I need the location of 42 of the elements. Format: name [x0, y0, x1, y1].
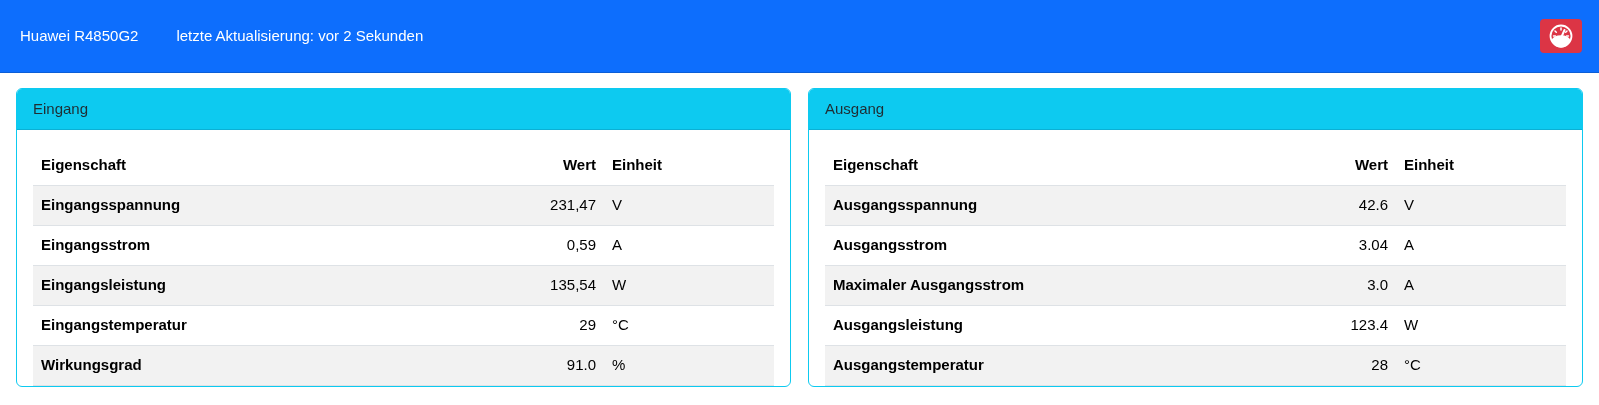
card-title: Eingang: [33, 98, 89, 119]
column-header: Wert: [561, 155, 597, 176]
value-cell-text: 29: [578, 315, 597, 336]
column-header: Einheit: [611, 155, 663, 176]
column-header: Wert: [1353, 155, 1389, 176]
value-cell-text: 0,59: [565, 235, 597, 256]
value-cell-text: 91.0: [565, 355, 597, 376]
property-cell-text: Eingangstemperatur: [40, 315, 188, 336]
unit-cell-text: A: [611, 235, 623, 256]
unit-cell-text: A: [1403, 275, 1415, 296]
property-cell-text: Eingangsleistung: [40, 275, 167, 296]
value-cell-text: 123.4: [1349, 315, 1389, 336]
unit-cell-text: W: [1403, 315, 1420, 336]
property-cell-text: Ausgangstemperatur: [832, 355, 985, 376]
card-title: Ausgang: [825, 98, 885, 119]
value-cell-text: 28: [1370, 355, 1389, 376]
gauge-icon: [1549, 24, 1573, 48]
value-cell-text: 3.0: [1366, 275, 1389, 296]
unit-cell-text: A: [1403, 235, 1415, 256]
property-cell-text: Wirkungsgrad: [40, 355, 143, 376]
value-cell-text: 42.6: [1357, 195, 1389, 216]
value-cell-text: 3.04: [1357, 235, 1389, 256]
value-cell-text: 231,47: [549, 195, 597, 216]
property-cell-text: Ausgangsspannung: [832, 195, 979, 216]
unit-cell-text: °C: [1403, 355, 1422, 376]
unit-cell-text: V: [1403, 195, 1415, 216]
property-cell-text: Maximaler Ausgangsstrom: [832, 275, 1026, 296]
column-header: Eigenschaft: [40, 155, 128, 176]
property-cell-text: Ausgangsleistung: [832, 315, 964, 336]
value-cell-text: 135,54: [549, 275, 597, 296]
property-cell-text: Eingangsstrom: [40, 235, 152, 256]
unit-cell-text: W: [611, 275, 628, 296]
brand[interactable]: Huawei R4850G2: [20, 24, 139, 48]
status-text: letzte Aktualisierung: vor 2 Sekunden: [176, 25, 424, 46]
unit-cell-text: %: [611, 355, 627, 376]
unit-cell-text: °C: [611, 315, 630, 336]
property-cell-text: Ausgangsstrom: [832, 235, 949, 256]
unit-cell-text: V: [611, 195, 623, 216]
column-header: Eigenschaft: [832, 155, 920, 176]
gauge-button[interactable]: [1540, 19, 1582, 53]
property-cell-text: Eingangsspannung: [40, 195, 182, 216]
column-header: Einheit: [1403, 155, 1455, 176]
